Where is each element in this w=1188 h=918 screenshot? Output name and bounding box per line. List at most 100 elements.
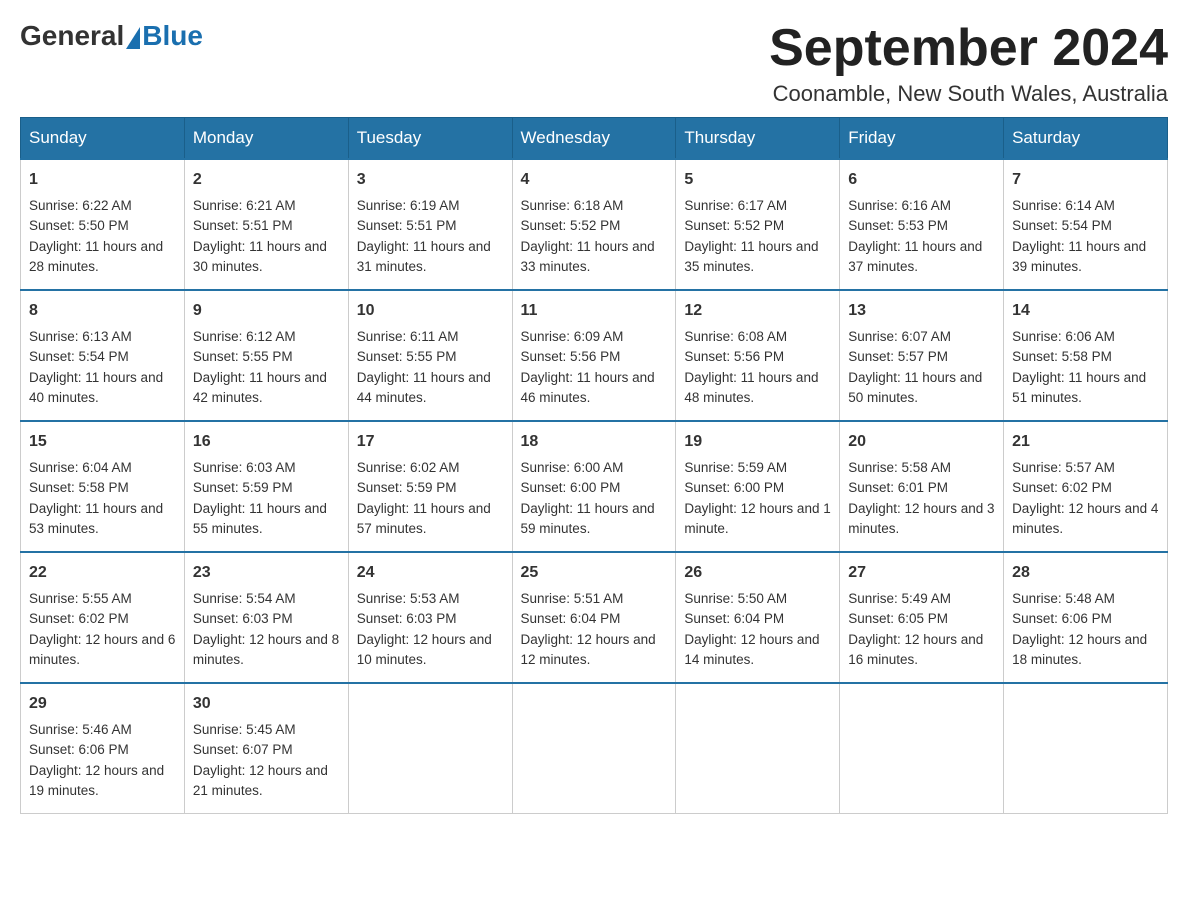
daylight-label: Daylight: 12 hours and 14 minutes. <box>684 632 819 667</box>
daylight-label: Daylight: 11 hours and 33 minutes. <box>521 239 655 274</box>
table-row <box>348 683 512 814</box>
day-number: 18 <box>521 430 668 454</box>
daylight-label: Daylight: 11 hours and 40 minutes. <box>29 370 163 405</box>
day-number: 7 <box>1012 168 1159 192</box>
sunrise-label: Sunrise: 6:09 AM <box>521 329 624 344</box>
sunrise-label: Sunrise: 6:22 AM <box>29 198 132 213</box>
day-number: 9 <box>193 299 340 323</box>
daylight-label: Daylight: 12 hours and 21 minutes. <box>193 763 328 798</box>
table-row <box>1004 683 1168 814</box>
sunset-label: Sunset: 5:55 PM <box>193 349 293 364</box>
sunset-label: Sunset: 5:56 PM <box>684 349 784 364</box>
table-row: 28 Sunrise: 5:48 AM Sunset: 6:06 PM Dayl… <box>1004 552 1168 683</box>
daylight-label: Daylight: 12 hours and 6 minutes. <box>29 632 175 667</box>
sunrise-label: Sunrise: 5:57 AM <box>1012 460 1115 475</box>
daylight-label: Daylight: 12 hours and 18 minutes. <box>1012 632 1147 667</box>
day-number: 28 <box>1012 561 1159 585</box>
table-row: 27 Sunrise: 5:49 AM Sunset: 6:05 PM Dayl… <box>840 552 1004 683</box>
day-number: 26 <box>684 561 831 585</box>
daylight-label: Daylight: 11 hours and 42 minutes. <box>193 370 327 405</box>
day-number: 8 <box>29 299 176 323</box>
table-row: 7 Sunrise: 6:14 AM Sunset: 5:54 PM Dayli… <box>1004 159 1168 290</box>
sunrise-label: Sunrise: 6:08 AM <box>684 329 787 344</box>
day-number: 30 <box>193 692 340 716</box>
day-number: 13 <box>848 299 995 323</box>
table-row: 24 Sunrise: 5:53 AM Sunset: 6:03 PM Dayl… <box>348 552 512 683</box>
day-number: 10 <box>357 299 504 323</box>
sunset-label: Sunset: 6:00 PM <box>684 480 784 495</box>
sunset-label: Sunset: 6:05 PM <box>848 611 948 626</box>
daylight-label: Daylight: 11 hours and 28 minutes. <box>29 239 163 274</box>
col-thursday: Thursday <box>676 118 840 160</box>
table-row: 13 Sunrise: 6:07 AM Sunset: 5:57 PM Dayl… <box>840 290 1004 421</box>
calendar-week-row: 1 Sunrise: 6:22 AM Sunset: 5:50 PM Dayli… <box>21 159 1168 290</box>
sunset-label: Sunset: 5:59 PM <box>193 480 293 495</box>
table-row: 6 Sunrise: 6:16 AM Sunset: 5:53 PM Dayli… <box>840 159 1004 290</box>
col-tuesday: Tuesday <box>348 118 512 160</box>
col-wednesday: Wednesday <box>512 118 676 160</box>
day-number: 29 <box>29 692 176 716</box>
location-text: Coonamble, New South Wales, Australia <box>769 81 1168 107</box>
day-number: 15 <box>29 430 176 454</box>
table-row: 4 Sunrise: 6:18 AM Sunset: 5:52 PM Dayli… <box>512 159 676 290</box>
calendar-header-row: Sunday Monday Tuesday Wednesday Thursday… <box>21 118 1168 160</box>
calendar-week-row: 29 Sunrise: 5:46 AM Sunset: 6:06 PM Dayl… <box>21 683 1168 814</box>
sunset-label: Sunset: 6:02 PM <box>29 611 129 626</box>
daylight-label: Daylight: 12 hours and 19 minutes. <box>29 763 164 798</box>
sunrise-label: Sunrise: 6:12 AM <box>193 329 296 344</box>
table-row: 23 Sunrise: 5:54 AM Sunset: 6:03 PM Dayl… <box>184 552 348 683</box>
sunset-label: Sunset: 6:06 PM <box>29 742 129 757</box>
daylight-label: Daylight: 11 hours and 30 minutes. <box>193 239 327 274</box>
day-number: 16 <box>193 430 340 454</box>
sunset-label: Sunset: 6:00 PM <box>521 480 621 495</box>
table-row: 10 Sunrise: 6:11 AM Sunset: 5:55 PM Dayl… <box>348 290 512 421</box>
sunrise-label: Sunrise: 5:58 AM <box>848 460 951 475</box>
table-row: 25 Sunrise: 5:51 AM Sunset: 6:04 PM Dayl… <box>512 552 676 683</box>
day-number: 3 <box>357 168 504 192</box>
daylight-label: Daylight: 12 hours and 10 minutes. <box>357 632 492 667</box>
sunset-label: Sunset: 5:51 PM <box>357 218 457 233</box>
col-monday: Monday <box>184 118 348 160</box>
sunset-label: Sunset: 5:51 PM <box>193 218 293 233</box>
col-sunday: Sunday <box>21 118 185 160</box>
sunrise-label: Sunrise: 5:59 AM <box>684 460 787 475</box>
table-row: 18 Sunrise: 6:00 AM Sunset: 6:00 PM Dayl… <box>512 421 676 552</box>
col-friday: Friday <box>840 118 1004 160</box>
table-row: 19 Sunrise: 5:59 AM Sunset: 6:00 PM Dayl… <box>676 421 840 552</box>
daylight-label: Daylight: 11 hours and 46 minutes. <box>521 370 655 405</box>
day-number: 24 <box>357 561 504 585</box>
table-row: 14 Sunrise: 6:06 AM Sunset: 5:58 PM Dayl… <box>1004 290 1168 421</box>
table-row: 12 Sunrise: 6:08 AM Sunset: 5:56 PM Dayl… <box>676 290 840 421</box>
sunrise-label: Sunrise: 6:17 AM <box>684 198 787 213</box>
daylight-label: Daylight: 11 hours and 39 minutes. <box>1012 239 1146 274</box>
daylight-label: Daylight: 12 hours and 4 minutes. <box>1012 501 1158 536</box>
day-number: 21 <box>1012 430 1159 454</box>
sunset-label: Sunset: 5:55 PM <box>357 349 457 364</box>
sunset-label: Sunset: 5:56 PM <box>521 349 621 364</box>
sunrise-label: Sunrise: 6:16 AM <box>848 198 951 213</box>
calendar-week-row: 8 Sunrise: 6:13 AM Sunset: 5:54 PM Dayli… <box>21 290 1168 421</box>
table-row: 30 Sunrise: 5:45 AM Sunset: 6:07 PM Dayl… <box>184 683 348 814</box>
logo-general-text: General <box>20 20 124 52</box>
calendar-week-row: 15 Sunrise: 6:04 AM Sunset: 5:58 PM Dayl… <box>21 421 1168 552</box>
day-number: 2 <box>193 168 340 192</box>
table-row <box>512 683 676 814</box>
table-row: 1 Sunrise: 6:22 AM Sunset: 5:50 PM Dayli… <box>21 159 185 290</box>
sunrise-label: Sunrise: 5:49 AM <box>848 591 951 606</box>
sunrise-label: Sunrise: 5:48 AM <box>1012 591 1115 606</box>
day-number: 19 <box>684 430 831 454</box>
sunset-label: Sunset: 5:58 PM <box>29 480 129 495</box>
title-section: September 2024 Coonamble, New South Wale… <box>769 20 1168 107</box>
table-row: 15 Sunrise: 6:04 AM Sunset: 5:58 PM Dayl… <box>21 421 185 552</box>
daylight-label: Daylight: 12 hours and 12 minutes. <box>521 632 656 667</box>
table-row: 8 Sunrise: 6:13 AM Sunset: 5:54 PM Dayli… <box>21 290 185 421</box>
table-row: 21 Sunrise: 5:57 AM Sunset: 6:02 PM Dayl… <box>1004 421 1168 552</box>
daylight-label: Daylight: 12 hours and 8 minutes. <box>193 632 339 667</box>
logo-blue-text: Blue <box>142 20 203 52</box>
sunset-label: Sunset: 5:54 PM <box>29 349 129 364</box>
sunset-label: Sunset: 5:58 PM <box>1012 349 1112 364</box>
table-row: 20 Sunrise: 5:58 AM Sunset: 6:01 PM Dayl… <box>840 421 1004 552</box>
sunrise-label: Sunrise: 6:03 AM <box>193 460 296 475</box>
sunrise-label: Sunrise: 6:18 AM <box>521 198 624 213</box>
logo: General Blue <box>20 20 203 52</box>
